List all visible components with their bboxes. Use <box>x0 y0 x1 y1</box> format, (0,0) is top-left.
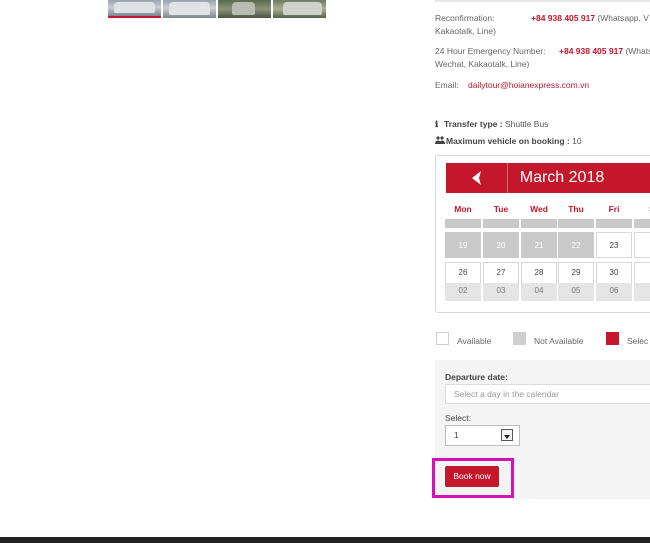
transfer-type-label: Transfer type : <box>444 119 503 129</box>
emergency-note-2: Wechat, Kakaotalk, Line) <box>435 59 530 69</box>
email-info: Email: dailytour@hoianexpress.com.vn <box>435 79 589 92</box>
weekday-tue: Tue <box>493 204 509 214</box>
quantity-select[interactable]: 1 <box>445 425 520 446</box>
legend-selected-swatch <box>606 332 619 345</box>
calendar-month-title: March 2018 <box>519 169 605 186</box>
calendar-day-31[interactable]: 3 <box>634 262 650 285</box>
transfer-type: ℹ Transfer type : Shuttle Bus <box>435 119 548 130</box>
emergency-note: (Whats <box>625 46 650 56</box>
thumbnail-4[interactable] <box>273 0 326 18</box>
weekday-mon: Mon <box>454 204 472 214</box>
thumbnail-1[interactable] <box>108 0 161 18</box>
calendar-day-next-03: 03 <box>483 283 519 301</box>
calendar-day-next-07: 0 <box>634 283 650 301</box>
book-now-highlight <box>432 458 514 498</box>
page: Reconfirmation: +84 938 405 917 (Whatsapp… <box>0 0 650 543</box>
max-vehicle-value: 10 <box>572 136 582 146</box>
calendar-day-27[interactable]: 27 <box>483 262 519 285</box>
calendar-day-30[interactable]: 30 <box>596 262 632 285</box>
departure-date-input[interactable]: Select a day in the calendar <box>445 384 650 404</box>
calendar-day-disabled <box>483 219 519 228</box>
weekday-wed: Wed <box>530 204 548 214</box>
calendar-day-21: 21 <box>521 232 557 258</box>
calendar-day-disabled <box>558 219 594 228</box>
calendar-day-23[interactable]: 23 <box>596 232 632 258</box>
max-vehicle: Maximum vehicle on booking : 10 <box>435 136 582 146</box>
weekday-fri: Fri <box>608 204 620 214</box>
top-divider <box>435 0 650 2</box>
calendar-day-20: 20 <box>483 232 519 258</box>
weekday-thu: Thu <box>568 204 584 214</box>
calendar-day-29[interactable]: 29 <box>558 262 594 285</box>
prev-month-button[interactable] <box>446 163 508 193</box>
reconfirmation-label: Reconfirmation: <box>435 13 495 23</box>
legend-selected-label: Selec <box>627 336 649 346</box>
calendar-day-disabled <box>521 219 557 228</box>
calendar-header: March 2018 <box>446 163 650 193</box>
email-label: Email: <box>435 80 459 90</box>
calendar-day-28[interactable]: 28 <box>521 262 557 285</box>
calendar-day-next-02: 02 <box>445 283 481 301</box>
chevron-left-icon <box>471 171 481 185</box>
calendar-day-next-05: 05 <box>558 283 594 301</box>
chevron-down-icon <box>501 429 513 441</box>
info-icon: ℹ <box>435 119 439 129</box>
calendar-day-disabled <box>596 219 632 228</box>
select-label: Select: <box>445 413 471 423</box>
users-icon <box>435 136 446 146</box>
reconfirmation-note: (Whatsapp, V <box>597 13 649 23</box>
legend-not-available-swatch <box>513 332 526 345</box>
calendar-day-24[interactable]: 2 <box>634 232 650 258</box>
weekday-sat: S <box>634 204 650 214</box>
emergency-info: 24 Hour Emergency Number: +84 938 405 917… <box>435 45 650 71</box>
reconfirmation-phone: +84 938 405 917 <box>531 13 596 23</box>
quantity-select-value: 1 <box>454 430 459 440</box>
transfer-type-value: Shuttle Bus <box>504 119 549 129</box>
legend-not-available-label: Not Available <box>534 336 584 346</box>
calendar-day-next-06: 06 <box>596 283 632 301</box>
reconfirmation-note-2: Kakaotalk, Line) <box>435 26 496 36</box>
page-footer <box>0 537 650 543</box>
calendar-day-disabled <box>445 219 481 228</box>
calendar-day-next-04: 04 <box>521 283 557 301</box>
calendar-day-22: 22 <box>558 232 594 258</box>
calendar-day-26[interactable]: 26 <box>445 262 481 285</box>
emergency-phone: +84 938 405 917 <box>559 46 624 56</box>
max-vehicle-label: Maximum vehicle on booking : <box>446 136 570 146</box>
legend-available-swatch <box>436 332 449 345</box>
thumbnail-2[interactable] <box>163 0 216 18</box>
calendar-day-19: 19 <box>445 232 481 258</box>
calendar-day-disabled <box>634 219 650 228</box>
email-link[interactable]: dailytour@hoianexpress.com.vn <box>468 80 589 90</box>
departure-date-label: Departure date: <box>445 372 508 382</box>
photo-thumbnails <box>108 0 326 18</box>
legend-available-label: Available <box>457 336 492 346</box>
reconfirmation-info: Reconfirmation: +84 938 405 917 (Whatsapp… <box>435 12 649 38</box>
emergency-label: 24 Hour Emergency Number: <box>435 46 546 56</box>
thumbnail-3[interactable] <box>218 0 271 18</box>
